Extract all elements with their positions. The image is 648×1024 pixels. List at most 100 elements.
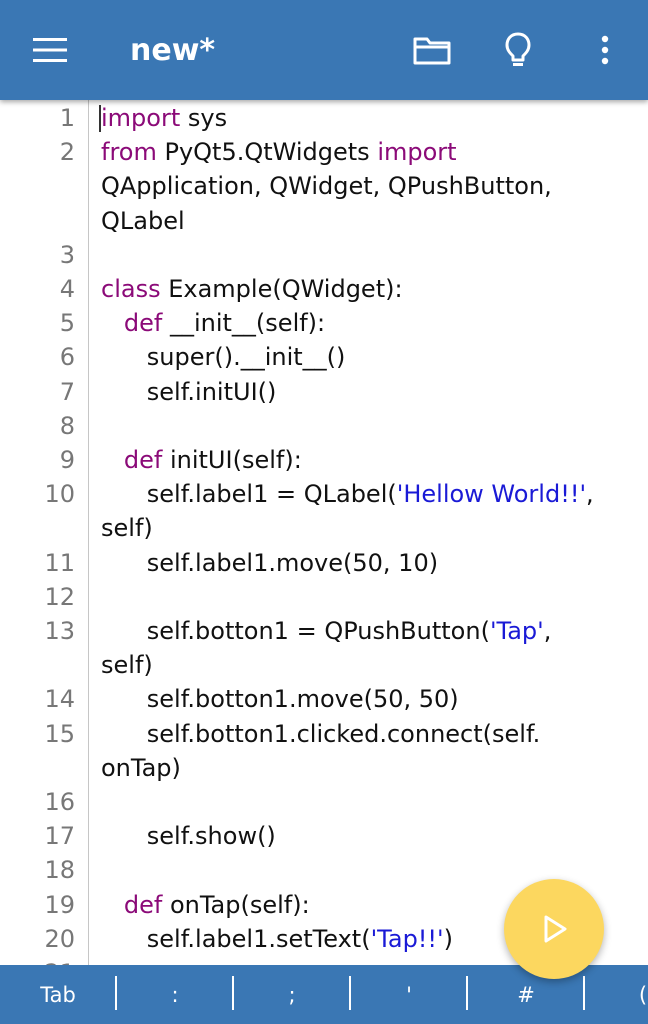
line-number: [0, 648, 75, 682]
line-number: [0, 169, 75, 203]
code-line[interactable]: 1 import sys: [0, 101, 648, 135]
line-text: QLabel: [101, 204, 621, 238]
code-line[interactable]: 17 self.show(): [0, 819, 648, 853]
code-line[interactable]: 11 self.label1.move(50, 10): [0, 546, 648, 580]
line-text: super().__init__(): [101, 340, 621, 374]
keyword-token: def: [123, 309, 163, 338]
open-folder-button[interactable]: [404, 22, 460, 78]
line-number: 10: [44, 480, 75, 509]
line-text: self.botton1 = QPushButton('Tap',: [101, 614, 621, 648]
line-text: self.label1.move(50, 10): [101, 546, 621, 580]
code-line[interactable]: 4 class Example(QWidget):: [0, 272, 648, 306]
code-line[interactable]: 6 super().__init__(): [0, 340, 648, 374]
code-line[interactable]: QApplication, QWidget, QPushButton,: [0, 169, 648, 203]
code-line[interactable]: 15 self.botton1.clicked.connect(self.: [0, 717, 648, 751]
code-line[interactable]: 2 from PyQt5.QtWidgets import: [0, 135, 648, 169]
line-text: def initUI(self):: [101, 443, 621, 477]
line-number: 16: [44, 788, 75, 817]
symbol-key-tab[interactable]: Tab: [0, 965, 116, 1024]
code-token: ,: [543, 617, 552, 646]
symbol-key-quote[interactable]: ': [351, 965, 467, 1024]
code-token: self.label1 = QLabel(: [101, 480, 397, 509]
code-line[interactable]: onTap): [0, 751, 648, 785]
symbol-key-colon[interactable]: :: [117, 965, 233, 1024]
tips-button[interactable]: [490, 22, 546, 78]
line-text: self.initUI(): [101, 375, 621, 409]
code-token: self.initUI(): [101, 377, 277, 406]
hamburger-menu-icon: [33, 38, 67, 62]
line-number: 4: [59, 275, 75, 304]
code-line[interactable]: 14 self.botton1.move(50, 50): [0, 682, 648, 716]
code-line[interactable]: 7 self.initUI(): [0, 375, 648, 409]
code-token: self): [101, 514, 153, 543]
code-token: self.botton1.clicked.connect(self.: [101, 719, 541, 748]
editor-app: new* 1 import sys 2 from PyQt5.QtWidgets im…: [0, 0, 648, 1024]
code-token: QLabel: [101, 206, 185, 235]
line-text: QApplication, QWidget, QPushButton,: [101, 169, 621, 203]
code-token: QApplication, QWidget, QPushButton,: [101, 172, 552, 201]
code-token: Example(QWidget):: [160, 275, 403, 304]
line-text: from PyQt5.QtWidgets import: [101, 135, 621, 169]
line-number: [0, 751, 75, 785]
keyword-token: from: [101, 138, 157, 167]
line-number: 17: [44, 822, 75, 851]
code-token: self.botton1 = QPushButton(: [101, 617, 490, 646]
line-text: [101, 409, 621, 443]
code-token: self.botton1.move(50, 50): [101, 685, 459, 714]
code-line[interactable]: 9 def initUI(self):: [0, 443, 648, 477]
line-text: [101, 785, 621, 819]
code-token: initUI(self):: [162, 446, 302, 475]
code-token: __init__(self):: [162, 309, 326, 338]
line-number: 15: [44, 719, 75, 748]
code-line[interactable]: 10 self.label1 = QLabel('Hellow World!!'…: [0, 477, 648, 511]
code-token: onTap): [101, 753, 181, 782]
more-options-button[interactable]: [577, 22, 633, 78]
run-button[interactable]: [504, 879, 604, 979]
code-area[interactable]: 1 import sys 2 from PyQt5.QtWidgets import Q…: [0, 101, 648, 965]
keyword-token: class: [101, 275, 161, 304]
menu-button[interactable]: [18, 22, 82, 78]
code-token: ,: [586, 480, 594, 509]
code-line[interactable]: self): [0, 648, 648, 682]
code-line[interactable]: QLabel: [0, 204, 648, 238]
code-editor[interactable]: 1 import sys 2 from PyQt5.QtWidgets import Q…: [0, 100, 648, 965]
string-token: 'Tap': [489, 617, 544, 646]
code-token: self.label1.move(50, 10): [101, 548, 439, 577]
line-text: [101, 238, 621, 272]
symbol-key-paren[interactable]: (: [585, 965, 648, 1024]
line-number: 2: [59, 138, 75, 167]
code-line[interactable]: 3: [0, 238, 648, 272]
line-number: 12: [44, 582, 75, 611]
line-text: import sys: [99, 101, 621, 135]
symbol-key-semicolon[interactable]: ;: [234, 965, 350, 1024]
line-number: 13: [44, 617, 75, 646]
document-title: new*: [130, 33, 216, 68]
code-token: onTap(self):: [162, 890, 310, 919]
code-token: self.show(): [101, 822, 276, 851]
code-token: PyQt5.QtWidgets: [156, 138, 378, 167]
line-number: 3: [59, 240, 75, 269]
play-icon: [544, 915, 567, 943]
code-line[interactable]: 13 self.botton1 = QPushButton('Tap',: [0, 614, 648, 648]
line-text: def __init__(self):: [101, 306, 621, 340]
text-cursor: [99, 105, 101, 132]
code-line[interactable]: self): [0, 511, 648, 545]
line-number: 8: [59, 411, 75, 440]
line-number: 7: [59, 377, 75, 406]
line-number: 9: [59, 446, 75, 475]
keyword-token: import: [101, 104, 181, 132]
code-line[interactable]: 12: [0, 580, 648, 614]
line-number: 11: [44, 548, 75, 577]
line-number: [0, 204, 75, 238]
line-text: self.show(): [101, 819, 621, 853]
code-line[interactable]: 5 def __init__(self):: [0, 306, 648, 340]
code-line[interactable]: 16: [0, 785, 648, 819]
string-token: 'Tap!!': [370, 924, 444, 953]
code-line[interactable]: 8: [0, 409, 648, 443]
line-number: 21: [0, 956, 75, 965]
line-number: [0, 511, 75, 545]
string-token: 'Hellow World!!': [396, 480, 587, 509]
